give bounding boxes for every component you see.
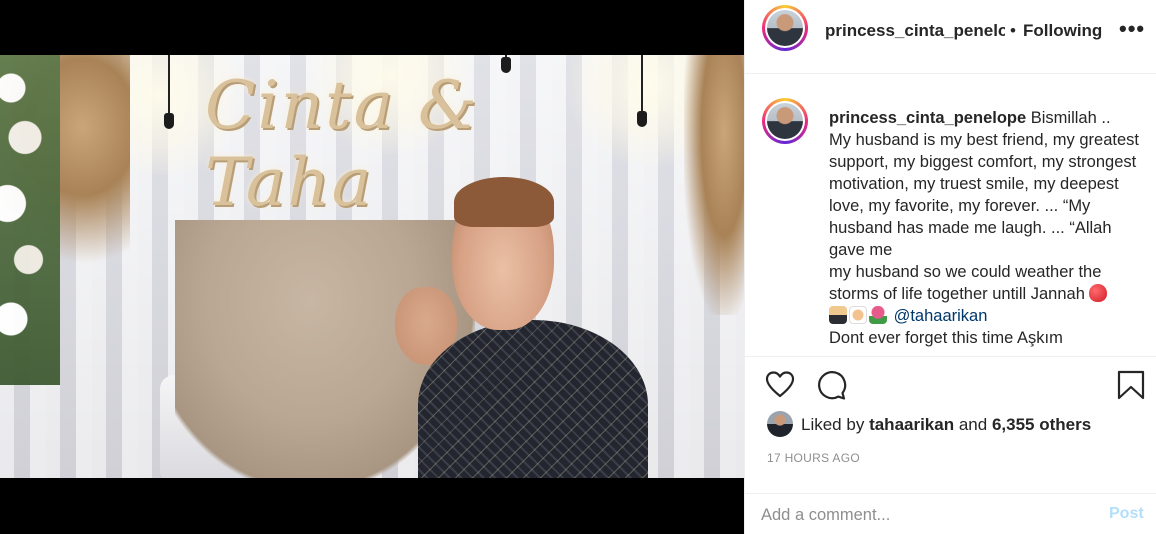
post-photo[interactable]: Cinta & Taha xyxy=(0,55,744,478)
mention-link[interactable]: @tahaarikan xyxy=(894,307,988,325)
post-header: princess_cinta_penelope • Following ••• xyxy=(745,0,1156,74)
header-separator: • xyxy=(1010,21,1016,40)
bride-emoji-icon xyxy=(849,306,867,324)
following-button[interactable]: Following xyxy=(1023,21,1102,41)
pampas-decor xyxy=(684,55,744,315)
likes-text: Liked by tahaarikan and 6,355 others xyxy=(801,415,1091,435)
groom-emoji-icon xyxy=(829,306,847,324)
likes-count-link[interactable]: 6,355 others xyxy=(992,415,1091,434)
bulb-wire xyxy=(168,55,170,113)
comment-icon[interactable] xyxy=(815,369,847,401)
liker-username[interactable]: tahaarikan xyxy=(869,415,954,434)
likes-prefix: Liked by xyxy=(801,415,865,434)
more-options-icon[interactable]: ••• xyxy=(1119,16,1145,42)
shirt-pattern xyxy=(418,320,648,478)
post-button[interactable]: Post xyxy=(1109,505,1144,523)
bulb xyxy=(637,111,647,127)
caption-text: princess_cinta_penelope Bismillah .. My … xyxy=(829,107,1147,349)
caption-avatar[interactable] xyxy=(762,98,808,144)
heart-icon[interactable] xyxy=(764,369,796,401)
caption-line: my husband so we could weather the storm… xyxy=(829,263,1102,303)
bulb xyxy=(164,113,174,129)
bulb-wire xyxy=(641,55,643,113)
likes-and: and xyxy=(958,415,988,434)
liker-avatar[interactable] xyxy=(767,411,793,437)
bookmark-icon[interactable] xyxy=(1115,369,1147,401)
action-bar xyxy=(745,356,1156,412)
avatar[interactable] xyxy=(762,5,808,51)
media-area: Cinta & Taha xyxy=(0,0,744,534)
photo-sign: Cinta & Taha xyxy=(205,67,479,221)
caption-line: My husband is my best friend, my greates… xyxy=(829,131,1139,259)
man-hair xyxy=(454,177,554,227)
caption-line: Bismillah .. xyxy=(1030,109,1111,127)
caption-line: Dont ever forget this time Aşkım xyxy=(829,329,1063,347)
caption-section: princess_cinta_penelope Bismillah .. My … xyxy=(745,74,1156,356)
flower-decor xyxy=(0,55,60,385)
tulip-emoji-icon xyxy=(869,306,887,324)
add-comment-bar: Post xyxy=(745,493,1156,534)
timestamp[interactable]: 17 HOURS AGO xyxy=(767,451,860,465)
comment-input[interactable] xyxy=(761,502,1091,528)
header-username[interactable]: princess_cinta_penelope xyxy=(825,21,1005,41)
likes-row: Liked by tahaarikan and 6,355 others xyxy=(745,406,1156,442)
heart-emoji-icon xyxy=(1089,284,1108,302)
post-panel: princess_cinta_penelope • Following ••• … xyxy=(744,0,1156,534)
caption-username[interactable]: princess_cinta_penelope xyxy=(829,109,1026,127)
